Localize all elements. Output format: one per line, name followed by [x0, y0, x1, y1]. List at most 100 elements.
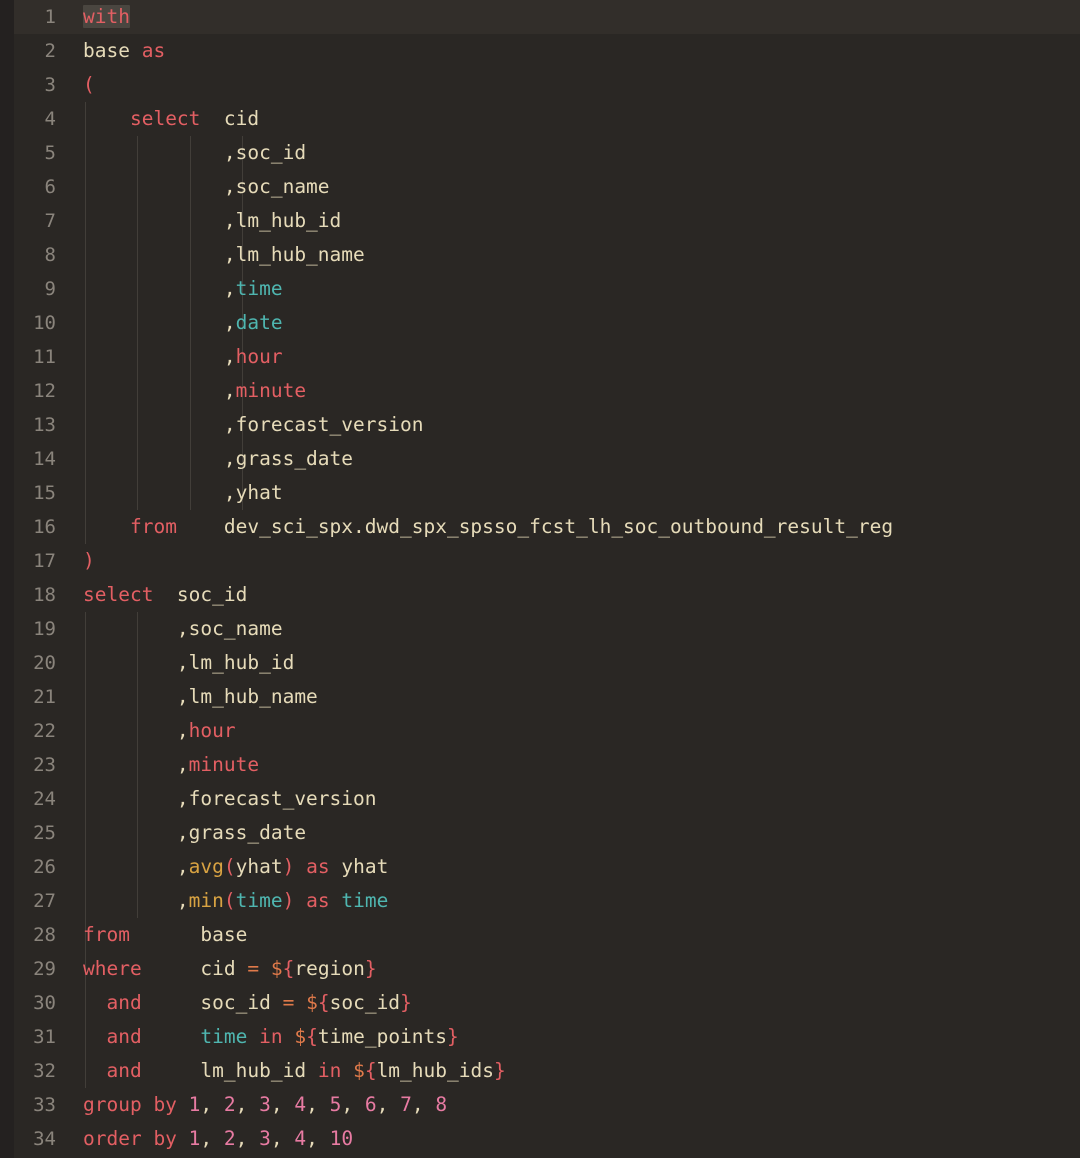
code-line[interactable]: 3( — [0, 68, 1080, 102]
code-token: = — [247, 957, 260, 980]
code-line-content[interactable]: ,forecast_version — [83, 408, 424, 442]
code-line-content[interactable]: ,soc_id — [83, 136, 306, 170]
code-token: , — [270, 1127, 295, 1150]
code-line[interactable]: 33 group by 1, 2, 3, 4, 5, 6, 7, 8 — [0, 1088, 1080, 1122]
code-line[interactable]: 9 ,time — [0, 272, 1080, 306]
code-line[interactable]: 6 ,soc_name — [0, 170, 1080, 204]
code-line[interactable]: 13 ,forecast_version — [0, 408, 1080, 442]
code-line-content[interactable]: from dev_sci_spx.dwd_spx_spsso_fcst_lh_s… — [83, 510, 893, 544]
code-line[interactable]: 22 ,hour — [0, 714, 1080, 748]
code-line-content[interactable]: ,date — [83, 306, 283, 340]
code-line-content[interactable]: ,soc_name — [83, 170, 330, 204]
code-token: order by — [83, 1127, 189, 1150]
code-line[interactable]: 14 ,grass_date — [0, 442, 1080, 476]
code-line-content[interactable]: ,avg(yhat) as yhat — [83, 850, 388, 884]
code-line-content[interactable]: ,yhat — [83, 476, 283, 510]
code-editor[interactable]: 1 with 2 base as 3(4 select cid 5 ,soc_id 6 ,s… — [0, 0, 1080, 1158]
code-line-content[interactable]: ,lm_hub_id — [83, 646, 294, 680]
code-line[interactable]: 26 ,avg(yhat) as yhat — [0, 850, 1080, 884]
code-token: , — [200, 1093, 224, 1116]
code-line[interactable]: 2 base as — [0, 34, 1080, 68]
code-line-content[interactable]: with — [83, 0, 130, 34]
code-line[interactable]: 32 and lm_hub_id in ${lm_hub_ids} — [0, 1054, 1080, 1088]
code-line-content[interactable]: and lm_hub_id in ${lm_hub_ids} — [83, 1054, 505, 1088]
code-line[interactable]: 24 ,forecast_version — [0, 782, 1080, 816]
code-token: 10 — [329, 1127, 354, 1150]
code-line-content[interactable]: ,grass_date — [83, 816, 306, 850]
code-line[interactable]: 10 ,date — [0, 306, 1080, 340]
code-line[interactable]: 28 from base — [0, 918, 1080, 952]
code-line-content[interactable]: ,hour — [83, 340, 283, 374]
code-line[interactable]: 19 ,soc_name — [0, 612, 1080, 646]
code-line[interactable]: 29 where cid = ${region} — [0, 952, 1080, 986]
code-line-content[interactable]: ,lm_hub_name — [83, 238, 365, 272]
code-line-content[interactable]: from base — [83, 918, 247, 952]
code-token: $ — [294, 1025, 307, 1048]
code-line[interactable]: 11 ,hour — [0, 340, 1080, 374]
code-line-content[interactable]: ,time — [83, 272, 283, 306]
code-line[interactable]: 12 ,minute — [0, 374, 1080, 408]
code-line[interactable]: 4 select cid — [0, 102, 1080, 136]
code-token: 4 — [294, 1127, 307, 1150]
code-line[interactable]: 7 ,lm_hub_id — [0, 204, 1080, 238]
code-line-content[interactable]: select cid — [83, 102, 259, 136]
code-token: in — [259, 1025, 283, 1048]
code-line-content[interactable]: ( — [83, 68, 95, 102]
code-token: ,forecast_version — [83, 413, 424, 436]
code-line[interactable]: 20 ,lm_hub_id — [0, 646, 1080, 680]
code-line[interactable]: 18 select soc_id — [0, 578, 1080, 612]
code-token: 2 — [223, 1093, 236, 1116]
code-line-content[interactable]: and soc_id = ${soc_id} — [83, 986, 412, 1020]
code-token: , — [341, 1093, 365, 1116]
code-line[interactable]: 27 ,min(time) as time — [0, 884, 1080, 918]
code-line[interactable]: 34 order by 1, 2, 3, 4, 10 — [0, 1122, 1080, 1156]
code-token: ,forecast_version — [83, 787, 377, 810]
code-token: ,lm_hub_name — [83, 243, 365, 266]
code-line[interactable]: 23 ,minute — [0, 748, 1080, 782]
code-line[interactable]: 16 from dev_sci_spx.dwd_spx_spsso_fcst_l… — [0, 510, 1080, 544]
code-token: time — [235, 277, 283, 300]
code-token: , — [83, 855, 189, 878]
code-line-content[interactable]: ,min(time) as time — [83, 884, 388, 918]
code-line[interactable]: 31 and time in ${time_points} — [0, 1020, 1080, 1054]
code-token: select — [83, 583, 154, 606]
code-line[interactable]: 25 ,grass_date — [0, 816, 1080, 850]
code-line[interactable]: 30 and soc_id = ${soc_id} — [0, 986, 1080, 1020]
code-token: ,lm_hub_id — [83, 209, 342, 232]
code-line-content[interactable]: ,hour — [83, 714, 236, 748]
code-line-content[interactable]: base as — [83, 34, 165, 68]
code-line[interactable]: 21 ,lm_hub_name — [0, 680, 1080, 714]
code-line[interactable]: 8 ,lm_hub_name — [0, 238, 1080, 272]
code-line[interactable]: 17) — [0, 544, 1080, 578]
code-line-content[interactable]: ,soc_name — [83, 612, 283, 646]
code-line-content[interactable]: ,minute — [83, 374, 306, 408]
code-line-content[interactable]: ,forecast_version — [83, 782, 377, 816]
code-token: { — [317, 991, 330, 1014]
code-line-content[interactable]: and time in ${time_points} — [83, 1020, 458, 1054]
code-line-content[interactable]: ) — [83, 544, 95, 578]
code-lines-container[interactable]: 1 with 2 base as 3(4 select cid 5 ,soc_id 6 ,s… — [0, 0, 1080, 1158]
code-line[interactable]: 15 ,yhat — [0, 476, 1080, 510]
code-line-content[interactable]: ,lm_hub_name — [83, 680, 318, 714]
code-token: select — [129, 107, 201, 130]
code-line-content[interactable]: select soc_id — [83, 578, 247, 612]
code-token: } — [400, 991, 412, 1014]
code-line-content[interactable]: order by 1, 2, 3, 4, 10 — [83, 1122, 353, 1156]
code-line-content[interactable]: ,minute — [83, 748, 259, 782]
code-token: 6 — [364, 1093, 377, 1116]
code-line[interactable]: 5 ,soc_id — [0, 136, 1080, 170]
code-line-content[interactable]: group by 1, 2, 3, 4, 5, 6, 7, 8 — [83, 1088, 447, 1122]
code-token: ,soc_name — [83, 175, 330, 198]
code-token: , — [411, 1093, 436, 1116]
code-line-content[interactable]: where cid = ${region} — [83, 952, 377, 986]
code-line-content[interactable]: ,grass_date — [83, 442, 353, 476]
code-token: dev_sci_spx.dwd_spx_spsso_fcst_lh_soc_ou… — [176, 515, 894, 538]
code-line-content[interactable]: ,lm_hub_id — [83, 204, 341, 238]
code-line[interactable]: 1 with — [0, 0, 1080, 34]
code-token: lm_hub_id — [141, 1059, 318, 1082]
code-token: from — [129, 515, 177, 538]
code-token: minute — [188, 753, 260, 776]
